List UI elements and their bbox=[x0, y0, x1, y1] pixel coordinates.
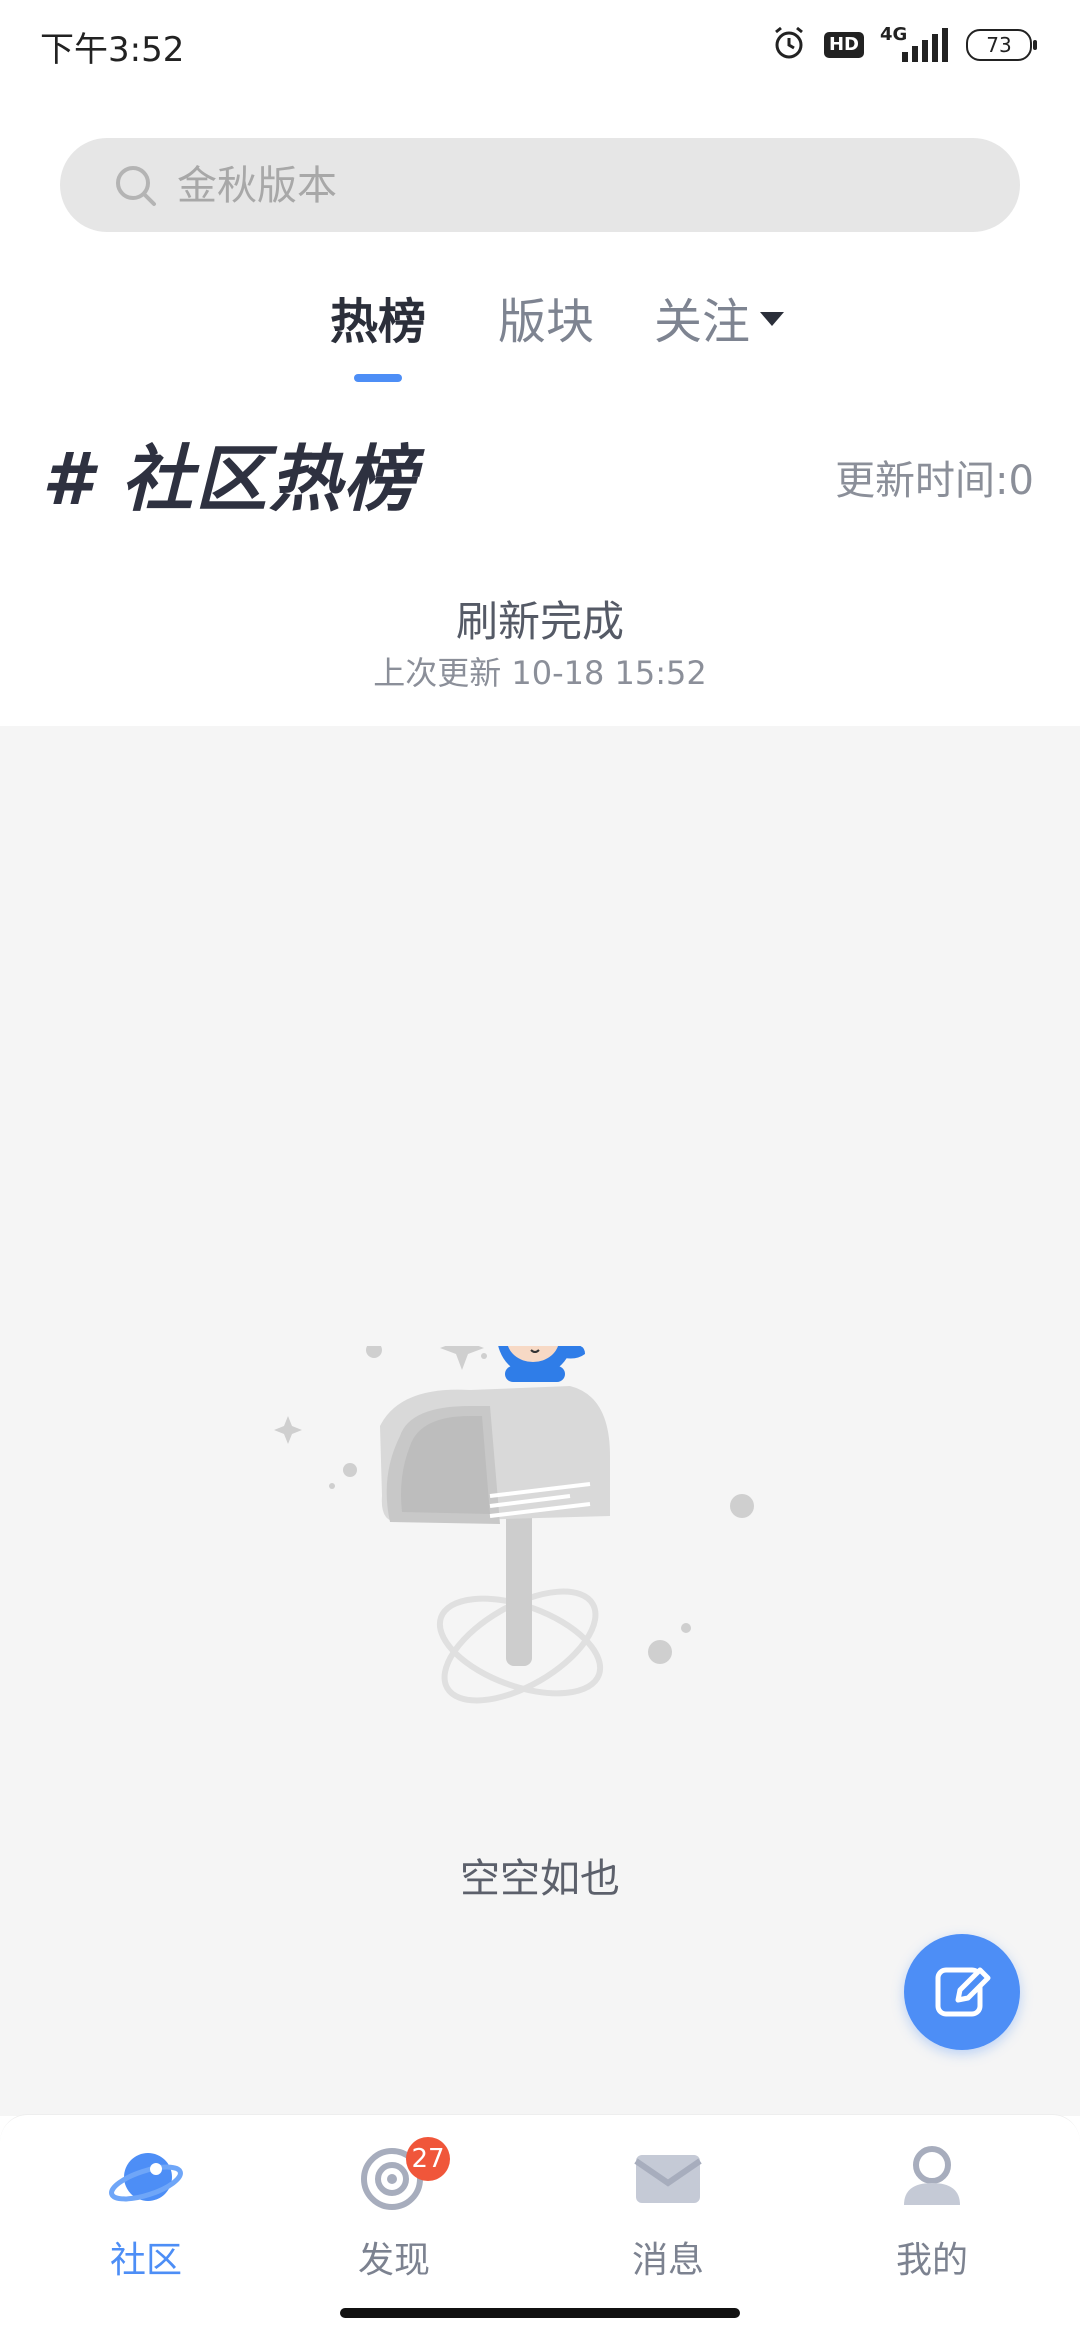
tab-follow-label: 关注 bbox=[654, 294, 751, 350]
home-indicator[interactable] bbox=[340, 2308, 740, 2318]
nav-messages[interactable]: 消息 bbox=[588, 2139, 748, 2283]
nav-discover-label: 发现 bbox=[357, 2240, 430, 2281]
battery-icon: 73 bbox=[966, 29, 1037, 61]
status-time: 下午3:52 bbox=[40, 30, 185, 70]
status-bar: 下午3:52 HD 4G 73 bbox=[0, 0, 1080, 92]
update-time: 更新时间:0 bbox=[835, 458, 1034, 504]
refresh-last-update: 上次更新 10-18 15:52 bbox=[373, 654, 707, 692]
tab-sections[interactable]: 版块 bbox=[498, 282, 594, 352]
nav-profile[interactable]: 我的 bbox=[852, 2139, 1012, 2283]
nav-discover[interactable]: 27 发现 bbox=[314, 2137, 474, 2283]
search-icon bbox=[114, 164, 158, 212]
status-icons: HD 4G 73 bbox=[770, 24, 1037, 66]
refresh-status: 刷新完成 bbox=[455, 597, 624, 646]
nav-community-label: 社区 bbox=[109, 2240, 182, 2281]
caret-down-icon bbox=[760, 312, 785, 326]
profile-icon bbox=[892, 2139, 972, 2219]
nav-community[interactable]: 社区 bbox=[66, 2139, 226, 2283]
search-input[interactable] bbox=[175, 138, 959, 234]
hd-icon: HD bbox=[823, 32, 864, 58]
edit-icon bbox=[935, 1967, 991, 2017]
message-envelope-icon bbox=[628, 2139, 708, 2219]
compose-button[interactable] bbox=[904, 1934, 1020, 2050]
hot-list-title: # 社区热榜 bbox=[42, 437, 418, 521]
discover-badge: 27 bbox=[406, 2137, 450, 2181]
tab-follow[interactable]: 关注 bbox=[654, 282, 785, 352]
content-area[interactable]: 空空如也 bbox=[0, 726, 1080, 2116]
network-type: 4G bbox=[880, 24, 908, 45]
empty-state-text: 空空如也 bbox=[460, 1856, 620, 1902]
alarm-icon bbox=[770, 24, 808, 66]
tab-hot[interactable]: 热榜 bbox=[330, 282, 426, 352]
signal-icon: 4G bbox=[880, 24, 950, 62]
nav-profile-label: 我的 bbox=[895, 2240, 968, 2281]
nav-messages-label: 消息 bbox=[631, 2240, 704, 2281]
search-bar[interactable] bbox=[60, 138, 1020, 234]
bottom-nav: 社区 27 发现 消息 我的 bbox=[0, 2114, 1080, 2341]
tab-indicator bbox=[354, 374, 402, 382]
empty-mailbox-illustration bbox=[216, 1286, 810, 1810]
community-planet-icon bbox=[106, 2139, 186, 2219]
